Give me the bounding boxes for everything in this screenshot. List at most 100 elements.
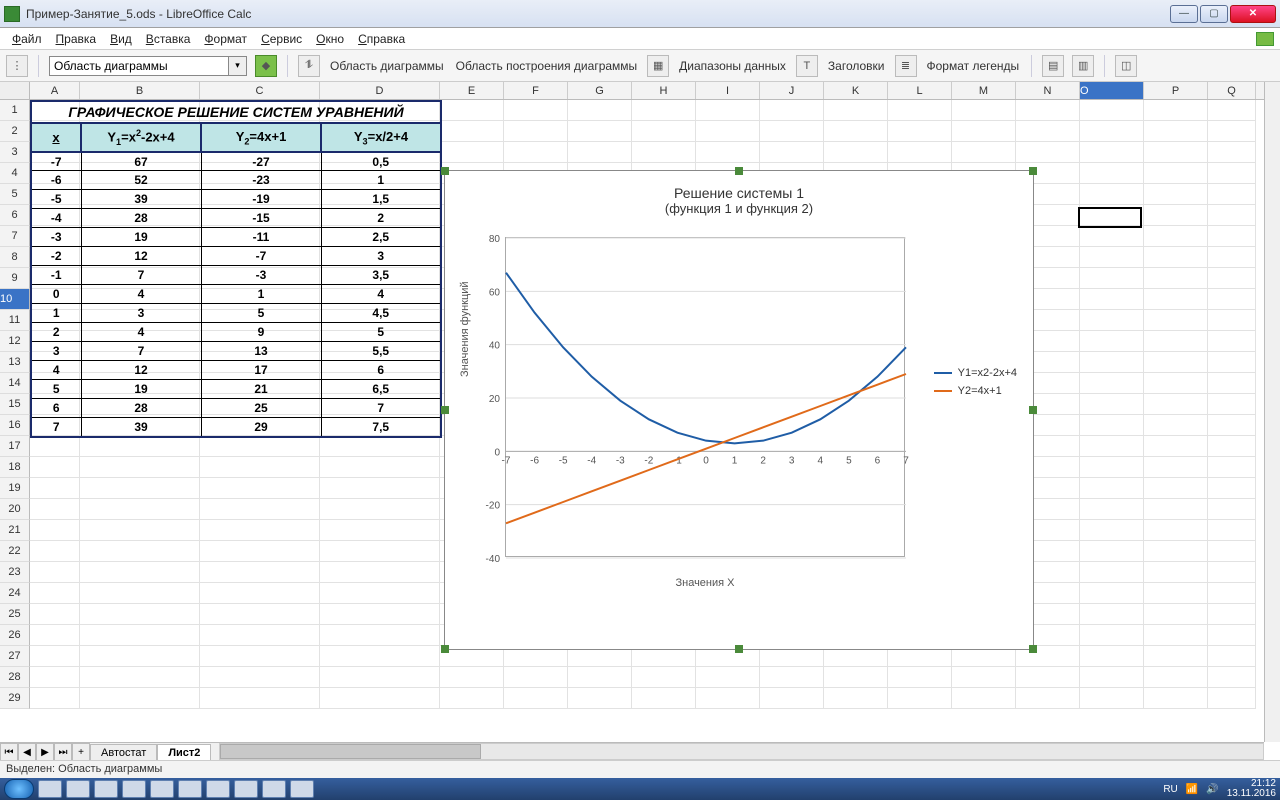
cell[interactable] [504, 667, 568, 688]
cell[interactable] [1208, 520, 1256, 541]
menu-Окно[interactable]: Окно [310, 30, 350, 48]
cell[interactable] [568, 100, 632, 121]
cell[interactable] [1080, 268, 1144, 289]
cell[interactable] [1080, 457, 1144, 478]
cell[interactable] [1144, 625, 1208, 646]
cell[interactable] [1080, 562, 1144, 583]
task-icon[interactable] [66, 780, 90, 798]
cell[interactable] [440, 121, 504, 142]
cell[interactable] [1208, 352, 1256, 373]
menu-Вид[interactable]: Вид [104, 30, 138, 48]
cell[interactable] [1208, 562, 1256, 583]
resize-handle[interactable] [735, 167, 743, 175]
row-header-27[interactable]: 27 [0, 646, 30, 667]
cell[interactable] [1208, 478, 1256, 499]
cell[interactable] [760, 667, 824, 688]
task-icon[interactable] [150, 780, 174, 798]
cell[interactable] [80, 541, 200, 562]
cell[interactable] [1208, 331, 1256, 352]
cell[interactable] [1208, 226, 1256, 247]
col-header-B[interactable]: B [80, 82, 200, 99]
select-all-corner[interactable] [0, 82, 30, 99]
cell[interactable] [320, 436, 440, 457]
cell[interactable] [888, 142, 952, 163]
data-ranges-icon[interactable]: ▦ [647, 55, 669, 77]
cell[interactable] [200, 436, 320, 457]
cell[interactable] [1144, 247, 1208, 268]
cell[interactable] [1080, 394, 1144, 415]
cell[interactable] [30, 541, 80, 562]
chart-element-selector[interactable] [49, 56, 229, 76]
row-header-28[interactable]: 28 [0, 667, 30, 688]
task-icon[interactable] [94, 780, 118, 798]
menu-Сервис[interactable]: Сервис [255, 30, 308, 48]
cell[interactable] [632, 142, 696, 163]
cell[interactable] [80, 562, 200, 583]
row-header-10[interactable]: 10 [0, 289, 30, 310]
cell[interactable] [1144, 646, 1208, 667]
cell[interactable] [440, 688, 504, 709]
cell[interactable] [200, 499, 320, 520]
cell[interactable] [320, 646, 440, 667]
cell[interactable] [632, 667, 696, 688]
cell[interactable] [888, 688, 952, 709]
col-header-E[interactable]: E [440, 82, 504, 99]
cell[interactable] [80, 478, 200, 499]
row-header-21[interactable]: 21 [0, 520, 30, 541]
menu-Правка[interactable]: Правка [50, 30, 103, 48]
task-icon[interactable] [122, 780, 146, 798]
cell[interactable] [1080, 121, 1144, 142]
col-header-H[interactable]: H [632, 82, 696, 99]
cell[interactable] [1144, 478, 1208, 499]
cell[interactable] [1208, 436, 1256, 457]
cell[interactable] [1144, 352, 1208, 373]
cell[interactable] [1208, 163, 1256, 184]
minimize-button[interactable]: — [1170, 5, 1198, 23]
resize-handle[interactable] [735, 645, 743, 653]
cell[interactable] [568, 121, 632, 142]
row-header-23[interactable]: 23 [0, 562, 30, 583]
col-header-Q[interactable]: Q [1208, 82, 1256, 99]
format-selection-icon[interactable]: ◆ [255, 55, 277, 77]
cell[interactable] [30, 625, 80, 646]
task-icon[interactable] [262, 780, 286, 798]
cell[interactable] [1208, 205, 1256, 226]
row-header-3[interactable]: 3 [0, 142, 30, 163]
cell[interactable] [1144, 331, 1208, 352]
grid-v-icon[interactable]: ▥ [1072, 55, 1094, 77]
grid-h-icon[interactable]: ▤ [1042, 55, 1064, 77]
tab-nav-prev[interactable]: ◀ [18, 743, 36, 761]
col-header-G[interactable]: G [568, 82, 632, 99]
cell[interactable] [1208, 583, 1256, 604]
col-header-M[interactable]: M [952, 82, 1016, 99]
task-icon[interactable] [234, 780, 258, 798]
legend-format-button[interactable]: Формат легенды [925, 59, 1022, 73]
cell[interactable] [1144, 373, 1208, 394]
cell[interactable] [1144, 520, 1208, 541]
cell[interactable] [824, 688, 888, 709]
cell[interactable] [1080, 331, 1144, 352]
col-header-K[interactable]: K [824, 82, 888, 99]
cell[interactable] [1080, 646, 1144, 667]
column-headers[interactable]: ABCDEFGHIJKLMNOPQ [0, 82, 1280, 100]
cell[interactable] [568, 142, 632, 163]
cell[interactable] [1080, 436, 1144, 457]
cell[interactable] [320, 562, 440, 583]
sheet-tab-Автостат[interactable]: Автостат [90, 744, 157, 760]
cell[interactable] [760, 121, 824, 142]
close-button[interactable]: ✕ [1230, 5, 1276, 23]
vertical-scrollbar[interactable] [1264, 82, 1280, 742]
cell[interactable] [200, 604, 320, 625]
row-header-14[interactable]: 14 [0, 373, 30, 394]
cell[interactable] [1080, 667, 1144, 688]
row-header-25[interactable]: 25 [0, 604, 30, 625]
cell[interactable] [30, 646, 80, 667]
cell[interactable] [1144, 268, 1208, 289]
feedback-icon[interactable] [1256, 32, 1274, 46]
row-header-12[interactable]: 12 [0, 331, 30, 352]
cell[interactable] [1208, 604, 1256, 625]
cell[interactable] [200, 625, 320, 646]
cell[interactable] [80, 520, 200, 541]
cell[interactable] [80, 499, 200, 520]
col-header-O[interactable]: O [1080, 82, 1144, 99]
